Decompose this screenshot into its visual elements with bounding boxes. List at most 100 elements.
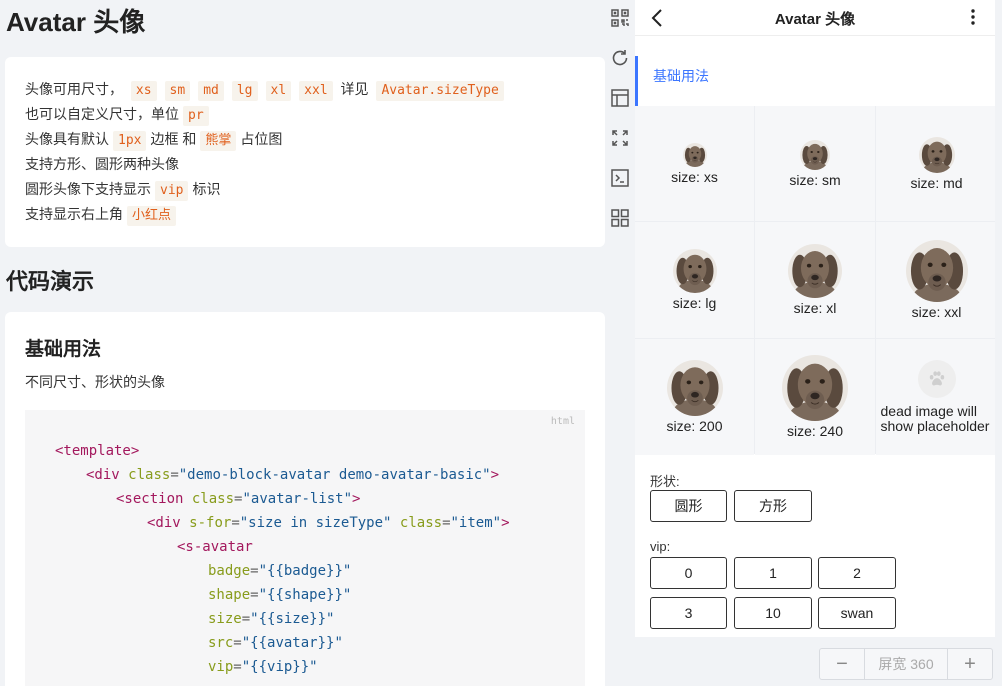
code-attr: size — [208, 611, 242, 627]
avatar-item-placeholder: dead image will show placeholder — [876, 339, 995, 455]
intro-text: 头像可用尺寸， — [25, 81, 123, 97]
intro-line: 支持方形、圆形两种头像 — [25, 152, 585, 177]
demo-title: 基础用法 — [25, 339, 102, 360]
code-string: "avatar-list" — [242, 491, 353, 507]
avatar-grid: size: xs size: sm size: md size: lg size… — [635, 106, 995, 455]
avatar[interactable] — [683, 143, 707, 167]
code-string: "{{avatar}}" — [241, 635, 343, 651]
grid-icon[interactable] — [608, 206, 632, 230]
code-line: badge="{{badge}}" — [208, 563, 352, 579]
avatar[interactable] — [906, 240, 968, 302]
code-line: <template> — [55, 439, 139, 463]
nav-bar: Avatar 头像 — [635, 0, 995, 36]
code-attr: shape — [208, 587, 251, 603]
avatar-label: size: xs — [671, 168, 718, 185]
code-tag: > — [501, 515, 510, 531]
avatar-label: size: xxl — [911, 304, 962, 320]
avatar-item-240: size: 240 — [755, 339, 875, 455]
code-lang-label: html — [550, 416, 575, 427]
code-attr: class — [191, 491, 235, 507]
page-title: Avatar 头像 — [6, 7, 146, 37]
code-block[interactable]: html <template> <div class="demo-block-a… — [25, 410, 585, 686]
avatar-item-lg: size: lg — [635, 222, 754, 338]
decrease-width-button[interactable]: − — [820, 649, 864, 679]
qrcode-icon[interactable] — [608, 6, 632, 30]
code-tag: <div — [86, 467, 120, 483]
avatar[interactable] — [667, 360, 723, 416]
code-string: "{{vip}}" — [241, 659, 318, 675]
more-icon[interactable] — [971, 9, 975, 30]
code-string: "{{shape}}" — [258, 587, 352, 603]
vip-code: vip — [155, 181, 189, 201]
avatar-label: size: xl — [793, 300, 837, 316]
code-line: shape="{{shape}}" — [208, 587, 352, 603]
intro-line: 头像可用尺寸， xs sm md lg xl xxl 详见 Avatar.sizeType — [25, 77, 585, 102]
size-code: xs — [130, 81, 157, 101]
code-string: "{{size}}" — [250, 611, 335, 627]
terminal-icon[interactable] — [608, 166, 632, 190]
vip-10-button[interactable]: 10 — [734, 597, 812, 629]
nav-title: Avatar 头像 — [774, 11, 856, 28]
code-attr: class — [128, 467, 171, 483]
avatar-label: size: lg — [672, 295, 717, 311]
avatar-placeholder[interactable] — [917, 360, 956, 398]
avatar-item-xxl: size: xxl — [876, 222, 995, 338]
intro-text: 详见 — [340, 81, 369, 97]
vip-1-button[interactable]: 1 — [734, 557, 812, 589]
shape-square-button[interactable]: 方形 — [734, 490, 812, 522]
avatar[interactable] — [788, 244, 842, 298]
size-code: md — [198, 81, 224, 101]
avatar-label: size: sm — [789, 171, 841, 188]
vip-swan-button[interactable]: swan — [818, 597, 896, 629]
screen-width-display: 屏宽 360 — [864, 649, 948, 679]
shape-circle-button[interactable]: 圆形 — [650, 490, 727, 522]
size-code: xl — [265, 81, 292, 101]
fullscreen-icon[interactable] — [608, 126, 632, 150]
code-attr: class — [399, 515, 443, 531]
code-attr: vip — [208, 659, 234, 675]
section-title: 基础用法 — [635, 56, 995, 106]
avatar[interactable] — [673, 249, 717, 293]
doc-panel: Avatar 头像 头像可用尺寸， xs sm md lg xl xxl 详见 Avata… — [0, 0, 612, 686]
increase-width-button[interactable]: + — [948, 649, 992, 679]
size-type-code: Avatar.sizeType — [376, 81, 504, 101]
vip-2-button[interactable]: 2 — [818, 557, 896, 589]
avatar-label: size: 240 — [786, 423, 844, 439]
avatar[interactable] — [919, 137, 955, 173]
avatar-item-xs: size: xs — [635, 106, 754, 221]
unit-code: pr — [183, 106, 209, 126]
intro-text: 支持方形、圆形两种头像 — [25, 156, 179, 172]
intro-text: 圆形头像下支持显示 — [25, 181, 151, 197]
vip-3-button[interactable]: 3 — [650, 597, 727, 629]
code-string: "size in sizeType" — [239, 515, 392, 531]
intro-card: 头像可用尺寸， xs sm md lg xl xxl 详见 Avatar.sizeType… — [5, 57, 605, 247]
shape-label: 形状: — [650, 474, 680, 489]
code-tag: <template> — [55, 443, 140, 459]
code-tag: > — [352, 491, 361, 507]
intro-text: 占位图 — [240, 131, 283, 147]
intro-text: 支持显示右上角 — [25, 206, 123, 222]
code-line: src="{{avatar}}" — [208, 635, 343, 651]
intro-text: 标识 — [192, 181, 221, 197]
code-line: <section class="avatar-list"> — [116, 491, 361, 507]
avatar[interactable] — [800, 140, 830, 170]
vip-0-button[interactable]: 0 — [650, 557, 727, 589]
refresh-icon[interactable] — [608, 46, 632, 70]
code-string: "demo-block-avatar demo-avatar-basic" — [178, 467, 491, 483]
screen-width-control: − 屏宽 360 + — [819, 648, 993, 680]
layout-icon[interactable] — [608, 86, 632, 110]
demo-desc: 不同尺寸、形状的头像 — [25, 374, 165, 390]
demo-card: 基础用法 不同尺寸、形状的头像 html <template> <div cla… — [5, 312, 605, 686]
paw-icon — [929, 371, 944, 386]
code-tag: <section — [116, 491, 184, 507]
code-string: "item" — [450, 515, 502, 531]
size-code: sm — [164, 81, 191, 101]
avatar[interactable] — [782, 355, 848, 421]
border-code: 1px — [113, 131, 147, 151]
code-attr: src — [208, 635, 234, 651]
intro-line: 头像具有默认 1px 边框 和熊掌 占位图 — [25, 127, 585, 152]
code-line: <s-avatar — [177, 535, 253, 559]
code-line: <div class="demo-block-avatar demo-avata… — [86, 467, 500, 483]
phone-preview: Avatar 头像 基础用法 size: xs size: sm size: m… — [635, 0, 995, 637]
avatar-label: dead image will show placeholder — [880, 403, 990, 434]
